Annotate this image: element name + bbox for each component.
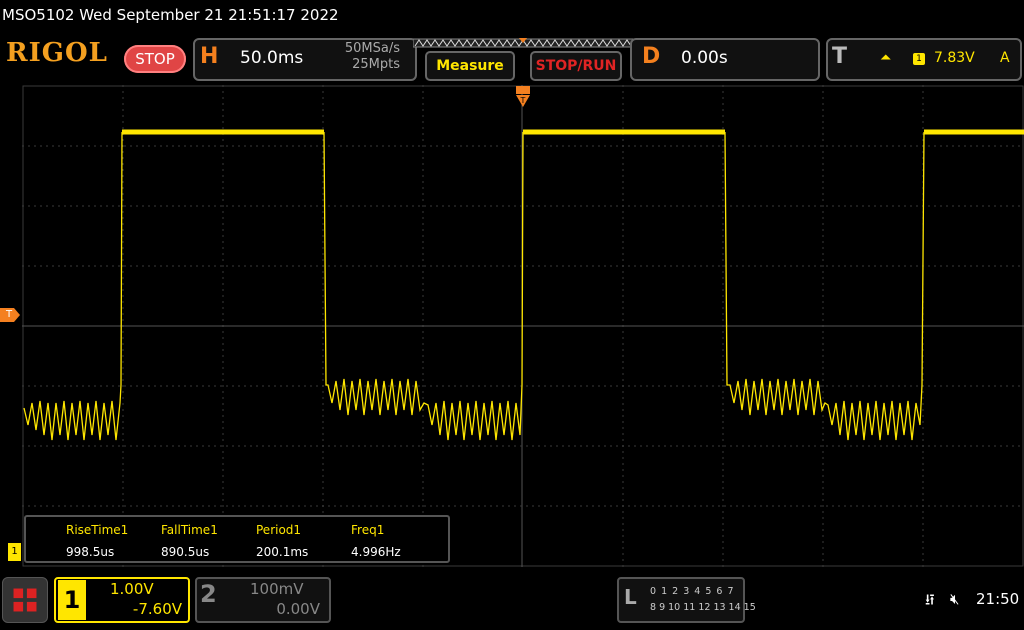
svg-text:T: T [520,96,526,105]
delay-label: D [642,44,661,69]
horizontal-label: H [200,44,219,69]
run-state-button[interactable]: STOP [124,45,186,73]
logic-channels-row: 8 9 10 11 12 13 14 15 [650,602,756,613]
ch2-number: 2 [200,580,217,608]
memory-depth: 25Mpts [352,57,400,72]
trigger-level: 7.83V [934,50,975,66]
rigol-logo: RIGOL [6,38,108,68]
trigger-mode: A [1000,50,1010,66]
measurement-label: FallTime1 [161,523,218,537]
stop-run-button[interactable]: STOP/RUN [530,51,622,81]
system-clock: 21:50 [976,590,1020,608]
timebase-value: 50.0ms [240,48,304,68]
trigger-level-marker[interactable]: T [0,308,20,322]
measurement-label: RiseTime1 [66,523,129,537]
trigger-position-marker[interactable]: T [515,86,531,108]
measurement-value: 890.5us [161,545,210,559]
waveform-display[interactable] [22,85,1024,567]
delay-value: 0.00s [681,48,728,68]
trigger-label: T [832,44,848,69]
rising-edge-icon: ⏶ [880,50,892,66]
logic-label: L [624,585,637,609]
speaker-muted-icon[interactable]: 🔇︎ [950,590,959,608]
usb-icon: ⭿ [925,591,935,609]
ch1-ground-marker[interactable]: 1 [8,543,21,561]
ch1-trace [23,129,1024,441]
trigger-source-badge: 1 [913,53,925,65]
measurement-label: Period1 [256,523,302,537]
ch2-scale: 100mV [250,580,304,598]
measurement-value: 998.5us [66,545,115,559]
ch2-offset: 0.00V [276,600,320,618]
window-title: MSO5102 Wed September 21 21:51:17 2022 [2,6,339,24]
measure-button[interactable]: Measure [425,51,515,81]
measurement-label: Freq1 [351,523,385,537]
logic-channels-row: 0 1 2 3 4 5 6 7 [650,586,735,597]
main-menu-button[interactable] [2,577,48,623]
waveform-memory-strip [413,38,635,48]
ch1-scale: 1.00V [110,580,154,598]
ch1-offset: -7.60V [132,600,182,618]
sample-rate: 50MSa/s [344,41,400,56]
measurement-value: 200.1ms [256,545,309,559]
ch1-number: 1 [58,580,86,620]
measurement-value: 4.996Hz [351,545,401,559]
